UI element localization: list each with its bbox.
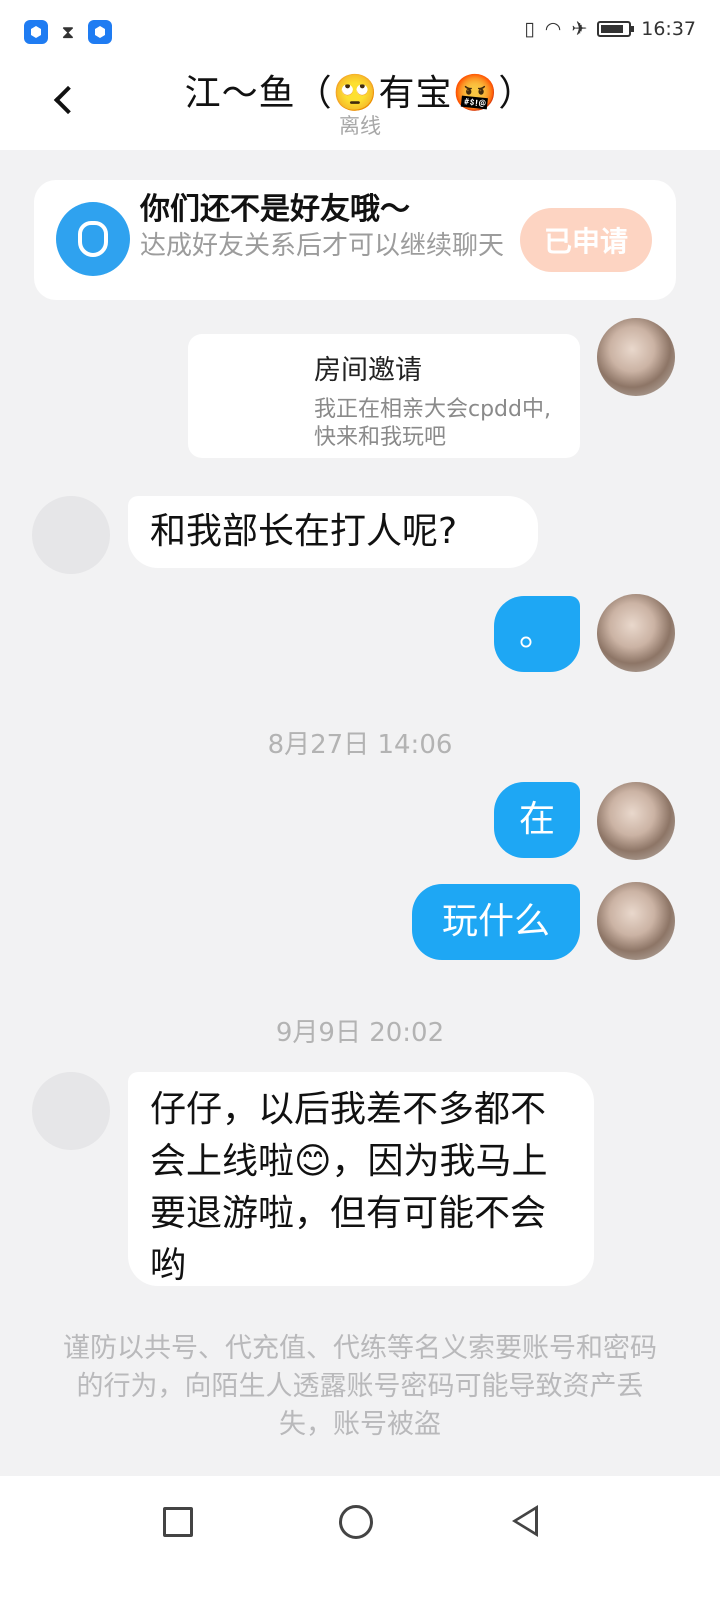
hourglass-icon: ⧗: [61, 21, 75, 43]
contact-avatar[interactable]: [32, 1072, 110, 1150]
back-icon[interactable]: [512, 1505, 538, 1537]
chat-header: 江～鱼（🙄有宝🤬） 离线: [0, 62, 720, 150]
applied-button[interactable]: 已申请: [520, 208, 652, 272]
chat-title: 江～鱼（🙄有宝🤬）: [184, 73, 536, 114]
battery-icon: [597, 21, 635, 37]
airplane-icon: ✈: [571, 18, 588, 40]
recent-apps-icon[interactable]: [163, 1507, 193, 1537]
wave-hand-icon: [56, 202, 130, 276]
invite-title: 房间邀请: [314, 355, 422, 386]
app-icon: [88, 20, 112, 44]
online-status: 离线: [339, 114, 381, 138]
message-text: 玩什么: [441, 901, 550, 942]
status-time: 16:37: [641, 18, 696, 40]
message-bubble-outgoing[interactable]: 。: [494, 596, 580, 672]
message-timestamp: 9月9日 20:02: [275, 1018, 445, 1048]
wifi-icon: ◠: [544, 18, 562, 40]
message-text: 仔仔，以后我差不多都不会上线啦😊，因为我马上要退游啦，但有可能不会哟: [150, 1089, 548, 1286]
friend-request-card: 你们还不是好友哦～ 达成好友关系后才可以继续聊天 已申请: [34, 180, 676, 300]
friend-card-title: 你们还不是好友哦～: [140, 192, 410, 227]
contact-avatar[interactable]: [32, 496, 110, 574]
security-warning: 谨防以共号、代充值、代练等名义索要账号和密码的行为，向陌生人透露账号密码可能导致…: [63, 1333, 657, 1440]
message-bubble-incoming[interactable]: 仔仔，以后我差不多都不会上线啦😊，因为我马上要退游啦，但有可能不会哟: [128, 1072, 594, 1286]
message-timestamp: 8月27日 14:06: [267, 730, 453, 760]
message-text: 。: [518, 613, 555, 654]
my-avatar[interactable]: [597, 318, 675, 396]
status-bar: ⧗ ▯ ◠ ✈ 16:37: [0, 0, 720, 62]
navigation-bar: [0, 1476, 720, 1600]
my-avatar[interactable]: [597, 782, 675, 860]
message-bubble-incoming[interactable]: 和我部长在打人呢?: [128, 496, 538, 568]
message-text: 在: [518, 799, 555, 840]
home-icon[interactable]: [339, 1505, 373, 1539]
friend-card-description: 达成好友关系后才可以继续聊天: [140, 231, 505, 261]
invite-description: 我正在相亲大会cpdd中, 快来和我玩吧: [314, 397, 551, 450]
vibrate-icon: ▯: [524, 18, 535, 40]
my-avatar[interactable]: [597, 594, 675, 672]
message-bubble-outgoing[interactable]: 在: [494, 782, 580, 858]
my-avatar[interactable]: [597, 882, 675, 960]
message-bubble-outgoing[interactable]: 玩什么: [412, 884, 580, 960]
app-icon: [24, 20, 48, 44]
message-text: 和我部长在打人呢?: [150, 511, 458, 552]
room-invite-card[interactable]: 房间邀请 我正在相亲大会cpdd中, 快来和我玩吧: [188, 334, 580, 458]
